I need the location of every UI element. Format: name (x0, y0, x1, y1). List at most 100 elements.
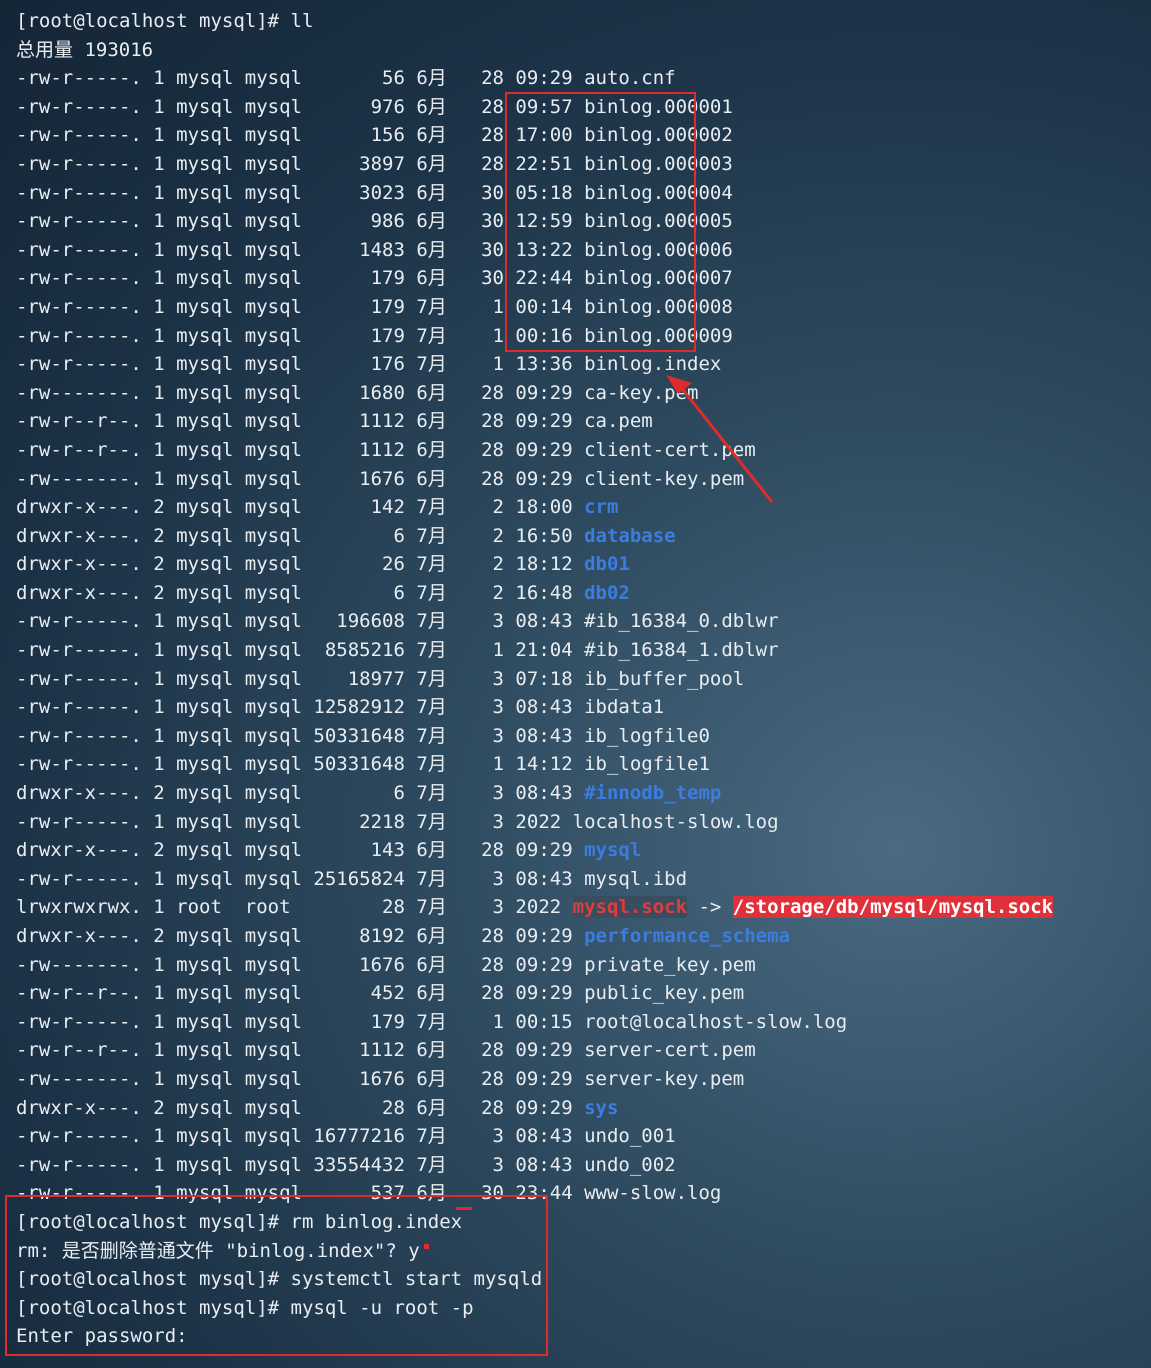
file-meta: -rw-r-----. 1 mysql mysql 2218 7月 3 2022 (16, 810, 573, 833)
listing-row: -rw-r-----. 1 mysql mysql 179 7月 1 00:15… (16, 1008, 1053, 1037)
file-meta: -rw-r-----. 1 mysql mysql 18977 7月 3 07:… (16, 667, 585, 690)
directory-name: db02 (584, 581, 630, 604)
total-line: 总用量 193016 (16, 38, 154, 61)
listing-row: -rw-r-----. 1 mysql mysql 2218 7月 3 2022… (16, 808, 1053, 837)
directory-name: database (584, 524, 676, 547)
listing-row: -rw-------. 1 mysql mysql 1676 6月 28 09:… (16, 1065, 1053, 1094)
listing-row: -rw-r-----. 1 mysql mysql 56 6月 28 09:29… (16, 64, 1053, 93)
file-name: ib_buffer_pool (584, 667, 745, 690)
listing-row: -rw-r--r--. 1 mysql mysql 1112 6月 28 09:… (16, 436, 1053, 465)
file-name: root@localhost-slow.log (584, 1010, 848, 1033)
listing-row: -rw-r-----. 1 mysql mysql 33554432 7月 3 … (16, 1151, 1053, 1180)
listing-row: drwxr-x---. 2 mysql mysql 28 6月 28 09:29… (16, 1094, 1053, 1123)
listing-row: -rw-------. 1 mysql mysql 1676 6月 28 09:… (16, 951, 1053, 980)
listing-row: -rw-r-----. 1 mysql mysql 16777216 7月 3 … (16, 1122, 1053, 1151)
file-meta: -rw-r-----. 1 mysql mysql 56 6月 28 09:29 (16, 67, 585, 90)
commands-highlight-box (5, 1195, 548, 1356)
file-name: ca.pem (584, 410, 653, 433)
file-meta: drwxr-x---. 2 mysql mysql 6 7月 3 08:43 (16, 782, 585, 805)
file-meta: -rw-r-----. 1 mysql mysql 196608 7月 3 08… (16, 610, 585, 633)
directory-name: sys (584, 1096, 619, 1119)
file-meta: -rw-r--r--. 1 mysql mysql 1112 6月 28 09:… (16, 438, 585, 461)
file-name: #ib_16384_1.dblwr (584, 639, 779, 662)
file-meta: -rw-r-----. 1 mysql mysql 50331648 7月 3 … (16, 724, 585, 747)
file-meta: -rw-r--r--. 1 mysql mysql 452 6月 28 09:2… (16, 982, 585, 1005)
listing-row: drwxr-x---. 2 mysql mysql 8192 6月 28 09:… (16, 922, 1053, 951)
listing-row: drwxr-x---. 2 mysql mysql 26 7月 2 18:12 … (16, 550, 1053, 579)
file-meta: lrwxrwxrwx. 1 root root 28 7月 3 2022 (16, 896, 573, 919)
listing-row: drwxr-x---. 2 mysql mysql 6 7月 3 08:43 #… (16, 779, 1053, 808)
directory-name: performance_schema (584, 925, 790, 947)
symlink-target: /storage/db/mysql/mysql.sock (732, 896, 1054, 919)
symlink-arrow: -> (687, 896, 733, 919)
file-name: undo_002 (584, 1153, 676, 1176)
file-meta: -rw-r-----. 1 mysql mysql 986 6月 30 12:5… (16, 210, 585, 233)
file-name: ib_logfile0 (584, 724, 710, 747)
file-meta: -rw-------. 1 mysql mysql 1676 6月 28 09:… (16, 467, 585, 490)
file-meta: -rw-r-----. 1 mysql mysql 16777216 7月 3 … (16, 1125, 585, 1148)
file-meta: -rw-------. 1 mysql mysql 1680 6月 28 09:… (16, 381, 585, 404)
listing-row: -rw-------. 1 mysql mysql 1676 6月 28 09:… (16, 465, 1053, 494)
file-name: private_key.pem (584, 953, 756, 976)
file-meta: drwxr-x---. 2 mysql mysql 28 6月 28 09:29 (16, 1096, 585, 1119)
directory-name: db01 (584, 553, 630, 576)
listing-row: -rw-------. 1 mysql mysql 1680 6月 28 09:… (16, 379, 1053, 408)
file-meta: -rw-r-----. 1 mysql mysql 3897 6月 28 22:… (16, 152, 585, 175)
file-meta: -rw-r-----. 1 mysql mysql 12582912 7月 3 … (16, 696, 585, 719)
file-meta: drwxr-x---. 2 mysql mysql 142 7月 2 18:00 (16, 496, 585, 519)
file-name: undo_001 (584, 1125, 676, 1148)
file-meta: -rw-r-----. 1 mysql mysql 179 6月 30 22:4… (16, 267, 585, 290)
file-name: server-cert.pem (584, 1039, 756, 1062)
listing-row: lrwxrwxrwx. 1 root root 28 7月 3 2022 mys… (16, 893, 1054, 922)
directory-name: crm (584, 496, 619, 519)
file-name: server-key.pem (584, 1067, 745, 1090)
file-meta: -rw-r-----. 1 mysql mysql 33554432 7月 3 … (16, 1153, 585, 1176)
file-meta: -rw-r-----. 1 mysql mysql 179 7月 1 00:16 (16, 324, 585, 347)
listing-row: drwxr-x---. 2 mysql mysql 142 7月 2 18:00… (16, 493, 1053, 522)
file-meta: -rw-r-----. 1 mysql mysql 179 7月 1 00:14 (16, 295, 585, 318)
listing-row: -rw-r--r--. 1 mysql mysql 452 6月 28 09:2… (16, 979, 1053, 1008)
listing-row: -rw-r-----. 1 mysql mysql 12582912 7月 3 … (16, 693, 1053, 722)
file-meta: -rw-r-----. 1 mysql mysql 176 7月 1 13:36 (16, 353, 585, 376)
annotation-dot (424, 1244, 429, 1249)
file-meta: -rw-------. 1 mysql mysql 1676 6月 28 09:… (16, 1067, 585, 1090)
file-name: ib_logfile1 (584, 753, 710, 776)
listing-row: drwxr-x---. 2 mysql mysql 6 7月 2 16:50 d… (16, 522, 1053, 551)
file-name: client-cert.pem (584, 438, 756, 461)
listing-row: -rw-r-----. 1 mysql mysql 50331648 7月 1 … (16, 750, 1053, 779)
directory-name: #innodb_temp (584, 782, 722, 805)
binlog-highlight-box (505, 92, 696, 352)
file-meta: drwxr-x---. 2 mysql mysql 6 7月 2 16:50 (16, 524, 585, 547)
listing-row: drwxr-x---. 2 mysql mysql 143 6月 28 09:2… (16, 836, 1053, 865)
symlink-name: mysql.sock (572, 896, 688, 919)
file-meta: -rw-r-----. 1 mysql mysql 156 6月 28 17:0… (16, 124, 585, 147)
file-meta: drwxr-x---. 2 mysql mysql 26 7月 2 18:12 (16, 553, 585, 576)
file-name: binlog.index (584, 353, 722, 376)
prompt-line: [root@localhost mysql]# ll (16, 10, 314, 32)
listing-row: -rw-r-----. 1 mysql mysql 8585216 7月 1 2… (16, 636, 1053, 665)
listing-row: -rw-r-----. 1 mysql mysql 18977 7月 3 07:… (16, 665, 1053, 694)
file-name: public_key.pem (584, 982, 745, 1005)
listing-row: -rw-r-----. 1 mysql mysql 50331648 7月 3 … (16, 722, 1053, 751)
file-meta: -rw-r-----. 1 mysql mysql 25165824 7月 3 … (16, 867, 585, 890)
file-meta: drwxr-x---. 2 mysql mysql 143 6月 28 09:2… (16, 839, 585, 862)
listing-row: -rw-r--r--. 1 mysql mysql 1112 6月 28 09:… (16, 1036, 1053, 1065)
file-name: ibdata1 (584, 696, 665, 719)
annotation-dash (456, 1207, 472, 1210)
file-meta: -rw-r-----. 1 mysql mysql 8585216 7月 1 2… (16, 639, 585, 662)
file-name: localhost-slow.log (572, 810, 779, 833)
file-name: client-key.pem (584, 467, 745, 490)
listing-row: -rw-r-----. 1 mysql mysql 25165824 7月 3 … (16, 865, 1053, 894)
file-name: ca-key.pem (584, 381, 699, 404)
file-meta: drwxr-x---. 2 mysql mysql 6 7月 2 16:48 (16, 581, 585, 604)
file-meta: -rw-r-----. 1 mysql mysql 1483 6月 30 13:… (16, 238, 585, 261)
file-meta: -rw-r-----. 1 mysql mysql 976 6月 28 09:5… (16, 95, 585, 118)
file-meta: drwxr-x---. 2 mysql mysql 8192 6月 28 09:… (16, 925, 585, 947)
file-meta: -rw-r--r--. 1 mysql mysql 1112 6月 28 09:… (16, 1039, 585, 1062)
listing-row: -rw-r-----. 1 mysql mysql 196608 7月 3 08… (16, 607, 1053, 636)
directory-name: mysql (584, 839, 642, 862)
file-name: #ib_16384_0.dblwr (584, 610, 779, 633)
file-meta: -rw-------. 1 mysql mysql 1676 6月 28 09:… (16, 953, 585, 976)
listing-row: drwxr-x---. 2 mysql mysql 6 7月 2 16:48 d… (16, 579, 1053, 608)
file-name: www-slow.log (584, 1182, 722, 1205)
